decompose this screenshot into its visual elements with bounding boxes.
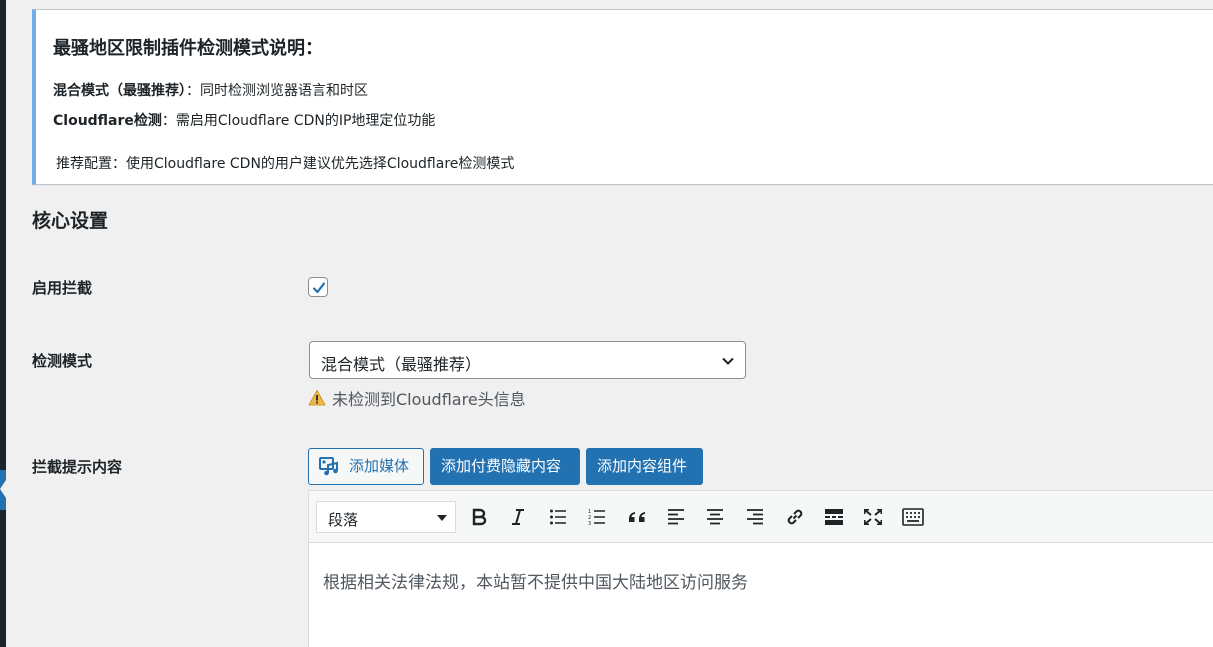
caret-down-icon	[437, 515, 447, 521]
enable-checkbox[interactable]	[308, 277, 328, 297]
content-label: 拦截提示内容	[32, 458, 123, 476]
notice-cloudflare-mode: Cloudflare检测：需启用Cloudflare CDN的IP地理定位功能	[53, 110, 435, 130]
toolbar-toggle-button[interactable]	[899, 503, 927, 531]
warning-icon	[308, 389, 326, 406]
notice-cloudflare-desc: ：需启用Cloudflare CDN的IP地理定位功能	[161, 113, 436, 129]
mode-label: 检测模式	[32, 352, 93, 370]
mode-warning-text: 未检测到Cloudflare头信息	[332, 390, 526, 409]
link-button[interactable]	[781, 503, 809, 531]
add-media-button[interactable]: 添加媒体	[308, 448, 424, 485]
blockquote-icon	[629, 512, 645, 522]
svg-text:3: 3	[588, 521, 591, 526]
detection-mode-select[interactable]: 混合模式（最骚推荐）	[309, 341, 746, 379]
numbered-list-button[interactable]: 1 2 3	[583, 503, 611, 531]
notice-mixed-mode-desc: ：同时检测浏览器语言和时区	[186, 83, 368, 99]
info-notice: 最骚地区限制插件检测模式说明： 混合模式（最骚推荐）：同时检测浏览器语言和时区 …	[32, 9, 1213, 185]
notice-mixed-mode: 混合模式（最骚推荐）：同时检测浏览器语言和时区	[53, 80, 368, 100]
editor-toolbar: 段落 1 2 3	[309, 491, 1213, 543]
admin-sidebar	[0, 0, 6, 647]
add-media-label: 添加媒体	[349, 457, 410, 475]
notice-cloudflare-label: Cloudflare检测	[53, 113, 162, 129]
align-right-button[interactable]	[741, 503, 769, 531]
add-widget-button[interactable]: 添加内容组件	[586, 448, 703, 485]
bullet-list-button[interactable]	[544, 503, 572, 531]
notice-title: 最骚地区限制插件检测模式说明：	[53, 38, 323, 59]
align-right-icon	[747, 509, 763, 525]
add-paid-content-button[interactable]: 添加付费隐藏内容	[430, 448, 580, 485]
align-center-icon	[707, 509, 723, 525]
format-select[interactable]: 段落	[316, 501, 456, 533]
italic-icon	[512, 509, 524, 525]
sidebar-current-pointer	[0, 477, 8, 501]
fullscreen-button[interactable]	[859, 503, 887, 531]
bold-icon	[472, 508, 487, 526]
blockquote-button[interactable]	[623, 503, 651, 531]
bullet-list-icon	[550, 509, 566, 525]
section-title: 核心设置	[32, 210, 109, 232]
content-editor[interactable]: 段落 1 2 3 根据相关法律法规，本站暂不提供中国大陆地区访问服务	[308, 490, 1213, 647]
align-center-button[interactable]	[701, 503, 729, 531]
read-more-button[interactable]	[820, 503, 848, 531]
numbered-list-icon: 1 2 3	[588, 509, 605, 526]
chevron-down-icon	[722, 357, 734, 365]
align-left-icon	[668, 509, 684, 525]
detection-mode-value: 混合模式（最骚推荐）	[321, 355, 482, 374]
enable-label: 启用拦截	[32, 279, 93, 297]
editor-content[interactable]: 根据相关法律法规，本站暂不提供中国大陆地区访问服务	[323, 568, 748, 593]
checkmark-icon	[312, 282, 326, 294]
italic-button[interactable]	[504, 503, 532, 531]
media-icon	[319, 457, 338, 476]
toolbar-toggle-icon	[902, 508, 924, 526]
align-left-button[interactable]	[662, 503, 690, 531]
fullscreen-icon	[864, 509, 882, 525]
read-more-icon	[825, 509, 843, 525]
bold-button[interactable]	[465, 503, 493, 531]
notice-mixed-mode-label: 混合模式（最骚推荐）	[53, 83, 186, 99]
format-select-value: 段落	[328, 511, 359, 529]
mode-warning: 未检测到Cloudflare头信息	[308, 386, 526, 410]
notice-recommendation: 推荐配置：使用Cloudflare CDN的用户建议优先选择Cloudflare…	[56, 156, 515, 172]
link-icon	[787, 509, 803, 525]
